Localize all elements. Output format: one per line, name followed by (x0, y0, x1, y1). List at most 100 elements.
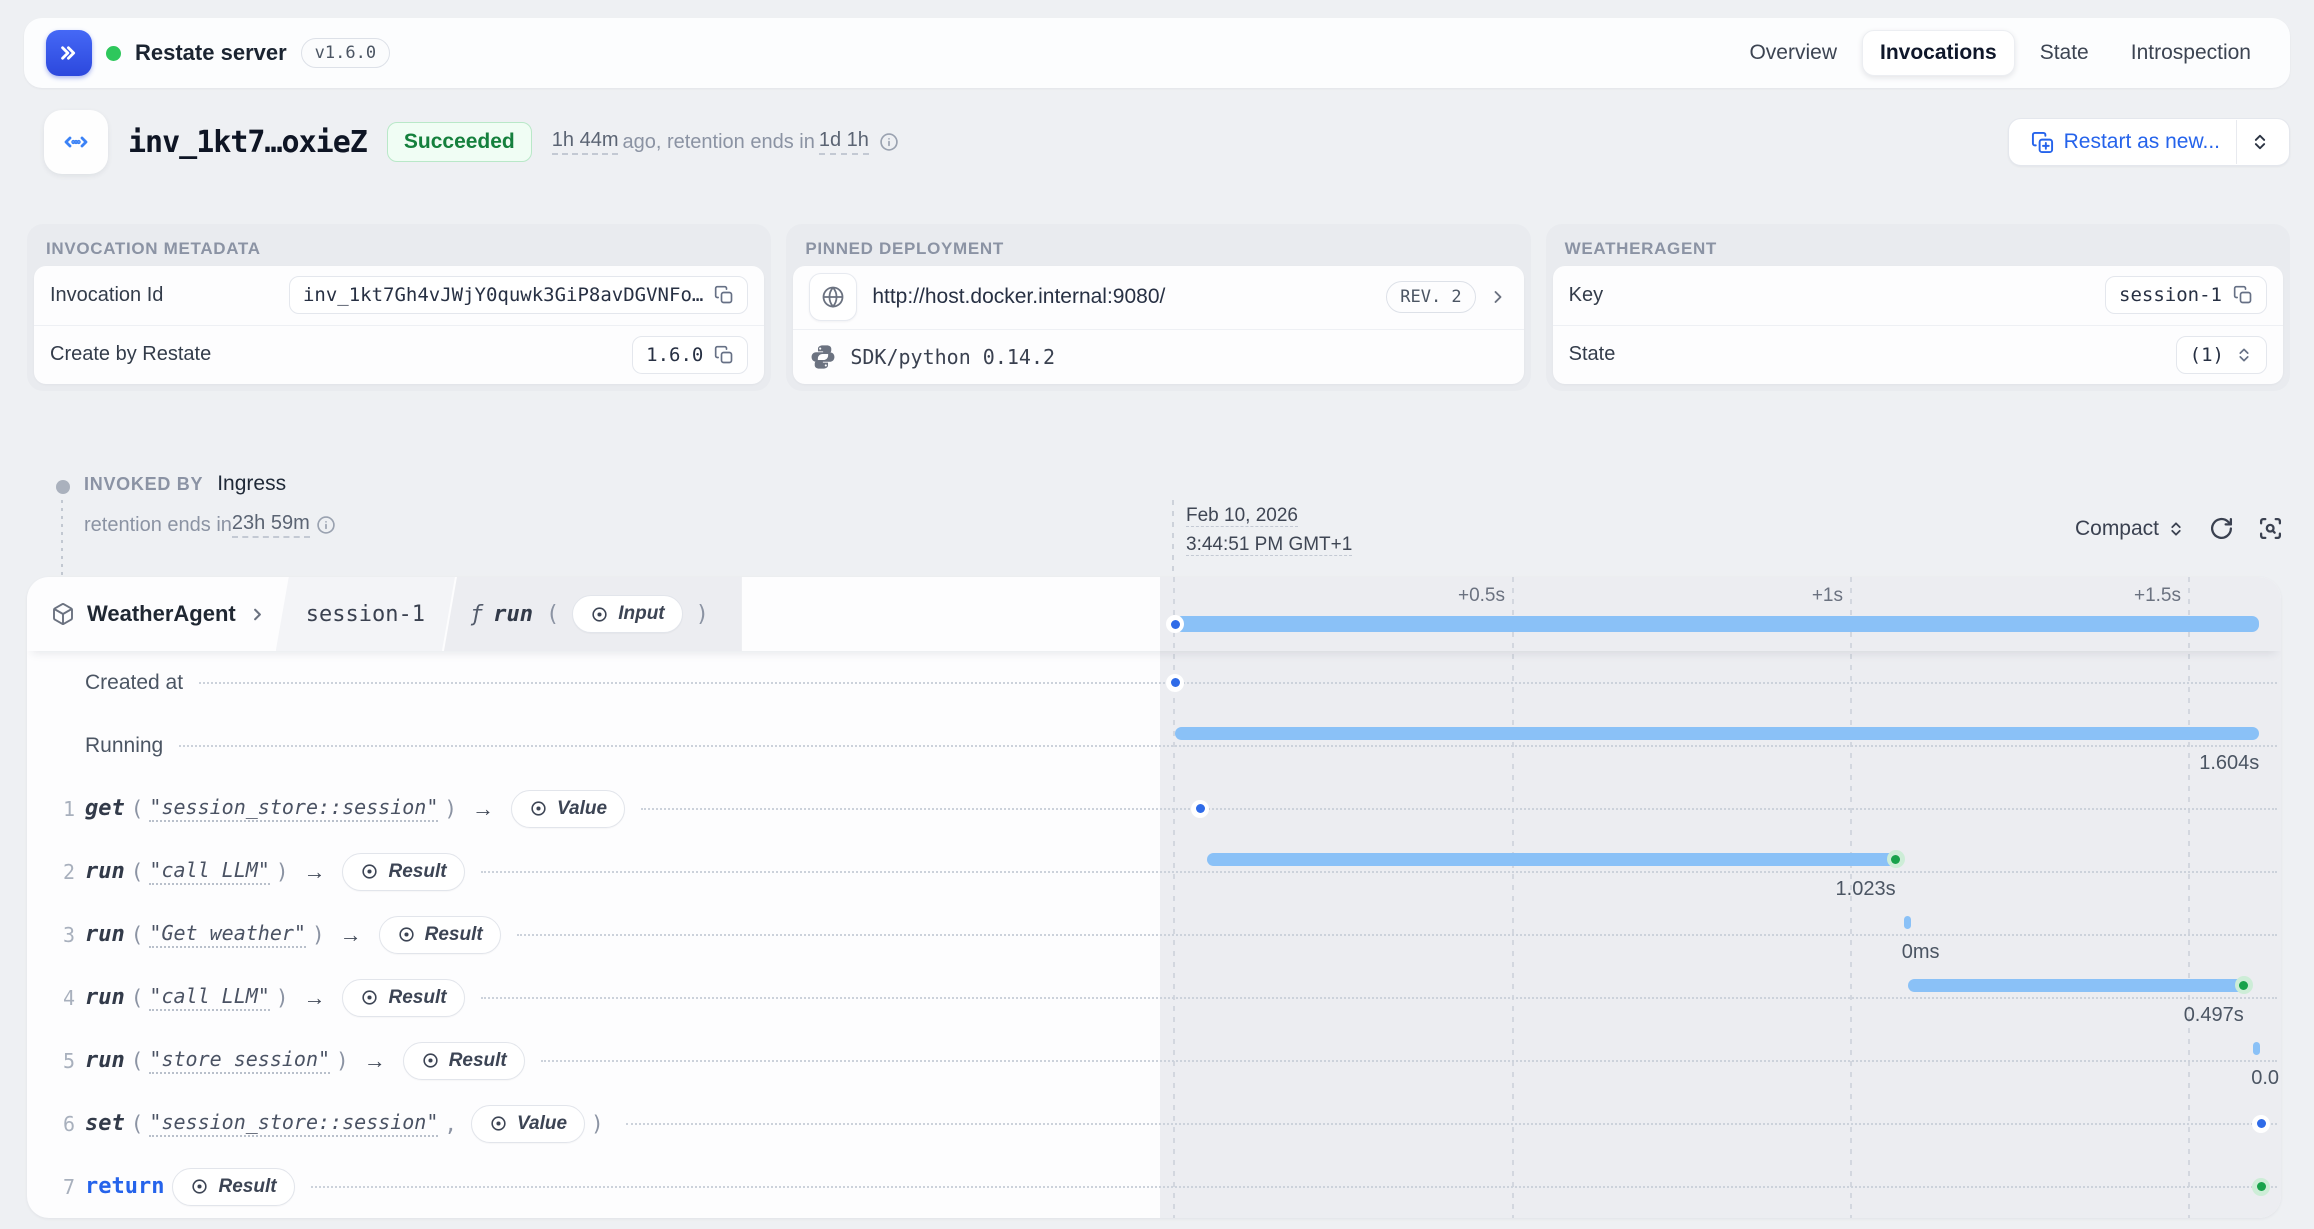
copy-icon[interactable] (714, 285, 734, 305)
card-invocation-metadata: INVOCATION METADATA Invocation Id inv_1k… (27, 224, 771, 391)
created-by-row: Create by Restate 1.6.0 (34, 325, 764, 385)
row-label: Create by Restate (50, 343, 211, 366)
pill-label: Result (425, 924, 483, 946)
appbar-tab-state[interactable]: State (2023, 31, 2106, 75)
string-argument[interactable]: "call LLM" (149, 984, 269, 1011)
duration-bar[interactable] (1175, 727, 2259, 740)
server-health-dot (106, 46, 121, 61)
span-start-dot[interactable] (1166, 615, 1184, 633)
age-value[interactable]: 1h 44m (552, 129, 619, 155)
result-pill[interactable]: Result (342, 853, 464, 891)
pill-label: Value (557, 798, 607, 820)
string-argument[interactable]: "session_store::session" (149, 795, 438, 822)
value-pill[interactable]: Value (511, 790, 625, 828)
entry-number: 5 (49, 1049, 75, 1073)
keyword: get (85, 796, 125, 821)
key-value[interactable]: session-1 (2105, 276, 2267, 314)
event-dot[interactable] (1166, 674, 1184, 692)
trace-row-1: Created at (27, 651, 2281, 714)
duration-bar[interactable] (1908, 979, 2244, 992)
arrow: → (472, 796, 494, 822)
info-icon[interactable] (316, 515, 336, 535)
string-argument[interactable]: "store session" (149, 1047, 330, 1074)
result-pill[interactable]: Result (379, 916, 501, 954)
leader-line (641, 808, 2277, 810)
start-date[interactable]: Feb 10, 2026 (1186, 505, 1298, 527)
string-argument[interactable]: "Get weather" (149, 921, 306, 948)
result-pill[interactable]: Result (172, 1168, 294, 1206)
eye-icon (489, 1114, 508, 1133)
duration-label: 1.023s (1676, 878, 1896, 901)
copy-icon[interactable] (714, 345, 734, 365)
punctuation: , (444, 1112, 457, 1136)
timeline-zero-line-top (1172, 500, 1174, 577)
invocation-span-bar[interactable] (1175, 616, 2259, 632)
card-body: http://host.docker.internal:9080/ REV. 2… (793, 266, 1523, 384)
service-tab[interactable]: WeatherAgent (27, 577, 287, 651)
retention-value[interactable]: 1d 1h (819, 129, 869, 155)
pill-label: Value (517, 1113, 567, 1135)
value-text: 1.6.0 (646, 344, 703, 366)
punctuation: ( (131, 797, 144, 821)
punctuation: ) (276, 986, 289, 1010)
punctuation: ( (131, 860, 144, 884)
arrow: → (303, 859, 325, 885)
info-icon[interactable] (879, 132, 899, 152)
zoom-to-fit-icon[interactable] (2258, 516, 2283, 541)
deployment-endpoint-row[interactable]: http://host.docker.internal:9080/ REV. 2 (793, 266, 1523, 329)
input-pill[interactable]: Input (572, 595, 682, 633)
paren: ( (546, 602, 559, 627)
cube-icon (51, 602, 75, 626)
function-symbol: ƒ (470, 602, 483, 627)
retention-prefix: retention ends in (84, 514, 232, 537)
handler-tab[interactable]: ƒ run ( Input ) (444, 577, 742, 651)
event-dot[interactable] (2252, 1178, 2270, 1196)
invoked-by-connector-line (61, 500, 63, 577)
eye-icon (397, 925, 416, 944)
globe-icon (809, 273, 857, 321)
result-pill[interactable]: Result (403, 1042, 525, 1080)
restate-version-value[interactable]: 1.6.0 (632, 336, 748, 374)
arrow: → (340, 922, 362, 948)
restart-as-new-button[interactable]: Restart as new... (2008, 118, 2290, 166)
appbar-tab-overview[interactable]: Overview (1732, 31, 1854, 75)
copy-icon[interactable] (2233, 285, 2253, 305)
state-select[interactable]: (1) (2176, 336, 2267, 374)
service-key: session-1 (306, 602, 425, 627)
copy-plus-icon (2031, 131, 2054, 154)
string-argument[interactable]: "session_store::session" (149, 1110, 438, 1137)
punctuation: ( (131, 1112, 144, 1136)
leader-line (517, 934, 2277, 936)
completion-dot[interactable] (2235, 976, 2253, 994)
value-pill[interactable]: Value (471, 1105, 585, 1143)
leader-line (481, 871, 2277, 873)
string-argument[interactable]: "call LLM" (149, 858, 269, 885)
eye-icon (360, 862, 379, 881)
start-time[interactable]: 3:44:51 PM GMT+1 (1186, 534, 1352, 556)
card-body: Key session-1 State (1) (1553, 266, 2283, 384)
appbar-tab-introspection[interactable]: Introspection (2114, 31, 2268, 75)
entry-number: 3 (49, 923, 75, 947)
retention-countdown[interactable]: 23h 59m (232, 512, 310, 538)
deployment-endpoint: http://host.docker.internal:9080/ (872, 285, 1165, 309)
duration-bar[interactable] (1207, 853, 1896, 866)
entry-label: Created at (85, 671, 183, 695)
duration-bar[interactable] (1904, 916, 1911, 929)
punctuation: ) (276, 860, 289, 884)
completion-dot[interactable] (1887, 850, 1905, 868)
duration-bar[interactable] (2253, 1042, 2260, 1055)
result-pill[interactable]: Result (342, 979, 464, 1017)
service-key-tab[interactable]: session-1 (276, 577, 455, 651)
invocation-header: inv_1kt7…oxieZ Succeeded 1h 44m ago, ret… (44, 108, 2290, 176)
trace-row-5: 3run("Get weather")→Result0ms (27, 903, 2281, 966)
refresh-icon[interactable] (2209, 516, 2234, 541)
event-dot[interactable] (2252, 1115, 2270, 1133)
density-select[interactable]: Compact (2075, 517, 2185, 541)
event-dot[interactable] (1191, 800, 1209, 818)
restart-options-toggle[interactable] (2236, 120, 2283, 164)
invocation-id-value[interactable]: inv_1kt7Gh4vJWjY0quwk3GiP8avDGVNFo… (289, 276, 748, 314)
value-text: inv_1kt7Gh4vJWjY0quwk3GiP8avDGVNFo… (303, 284, 703, 306)
duration-label: 0.0 (2251, 1067, 2279, 1090)
appbar-tab-invocations[interactable]: Invocations (1862, 30, 2015, 76)
leader-line (311, 1186, 2277, 1188)
